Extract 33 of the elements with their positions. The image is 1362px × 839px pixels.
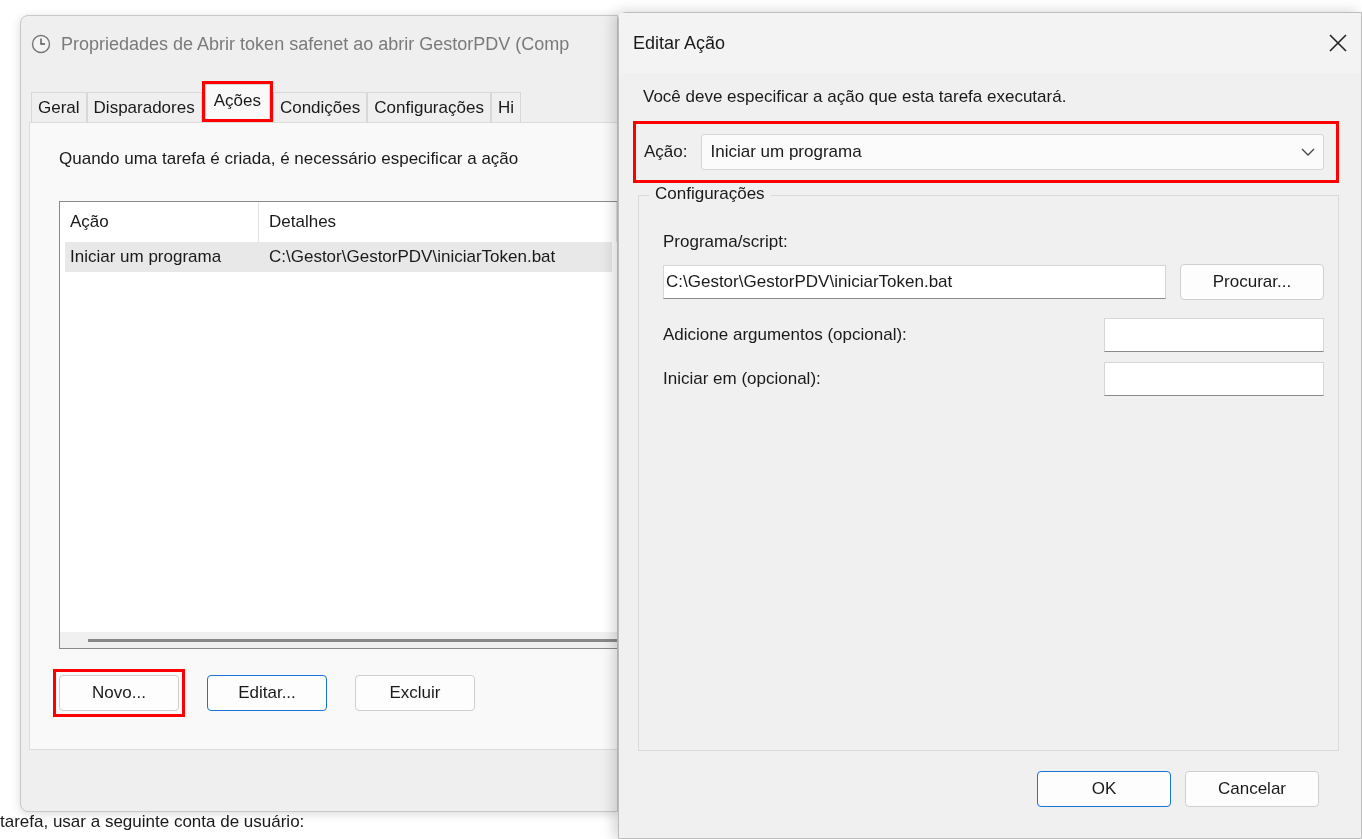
tab[interactable]: Configurações [367, 92, 491, 122]
dialog-button[interactable]: OK [1037, 771, 1171, 807]
input-field[interactable]: C:\Gestor\GestorPDV\iniciarToken.bat [663, 265, 1166, 299]
table-cell-text: Iniciar um programa [69, 246, 223, 268]
table-row[interactable]: Iniciar um programa C:\Gestor\GestorPDV\iniciarToken.bat [65, 242, 612, 272]
tab[interactable]: Hi [490, 92, 521, 122]
clock-icon [31, 34, 51, 54]
action-label: Ação: [644, 142, 688, 162]
tab[interactable]: Ações [204, 84, 270, 119]
browse-button[interactable]: Procurar... [1180, 264, 1324, 300]
action-button[interactable]: Excluir [355, 675, 475, 711]
field-label: Programa/script: [663, 232, 789, 252]
description-text: Quando uma tarefa é criada, é necessário especificar a ação [59, 149, 520, 169]
background-text: tarefa, usar a seguinte conta de usuário: [0, 812, 305, 832]
action-button[interactable]: Editar... [207, 675, 327, 711]
group-legend: Configurações [649, 184, 771, 204]
window-title: Propriedades de Abrir token safenet ao abrir GestorPDV (Comp [61, 33, 570, 55]
input-field[interactable] [1104, 362, 1324, 396]
tab[interactable]: Condições [272, 92, 368, 122]
field-label: Adicione argumentos (opcional): [663, 325, 907, 345]
prompt-text: Você deve especificar a ação que esta tarefa executará. [643, 87, 1068, 107]
action-button[interactable]: Novo... [59, 675, 179, 711]
tab[interactable]: Disparadores [86, 92, 202, 122]
field-label: Iniciar em (opcional): [663, 369, 821, 389]
input-field[interactable] [1104, 318, 1324, 352]
table-cell-text: C:\Gestor\GestorPDV\iniciarToken.bat [268, 246, 557, 268]
tab[interactable]: Geral [31, 92, 87, 122]
dialog-title: Editar Ação [633, 32, 726, 54]
action-dropdown[interactable]: Iniciar um programa [701, 134, 1324, 170]
horizontal-scrollbar[interactable] [60, 632, 617, 648]
close-button[interactable] [1327, 32, 1349, 54]
chevron-down-icon [1301, 148, 1315, 156]
dialog-button[interactable]: Cancelar [1185, 771, 1319, 807]
